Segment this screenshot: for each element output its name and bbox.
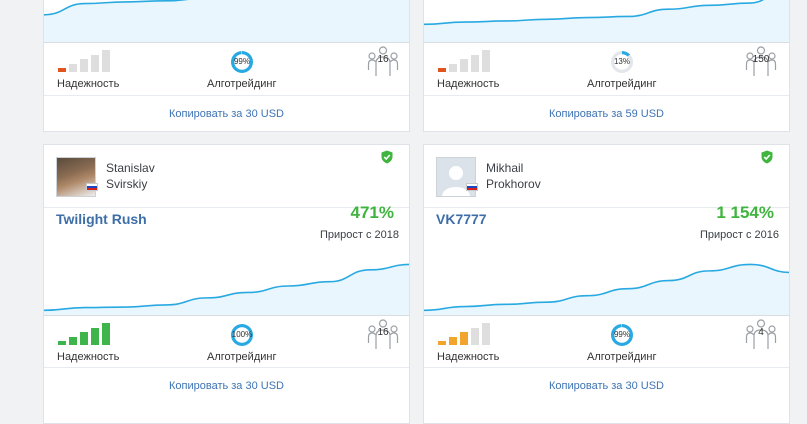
reliability-bar [58,68,66,72]
algotrading-indicator: 100% [231,324,253,346]
signal-card: Надежность 99% Алготрейдинг 16 Копироват… [43,0,410,132]
growth-value: 1 154% [716,203,774,222]
reliability-bar [80,332,88,345]
reliability-bars [438,323,498,345]
copy-button[interactable]: Копировать за 59 USD [424,96,789,131]
author-first-name: Stanislav [106,161,155,175]
reliability-bar [102,50,110,72]
signal-name-link[interactable]: VK7777 [436,211,487,227]
reliability-bars [58,50,118,72]
reliability-bar [58,341,66,345]
algotrading-indicator: 99% [231,51,253,73]
subscribers-count: 150 [752,54,770,65]
signal-name-link[interactable]: Twilight Rush [56,211,147,227]
growth-since-year: 2016 [754,229,779,241]
growth-since-label: Прирост с 2016 [700,229,779,241]
author-first-name: Mikhail [486,161,524,175]
growth-chart [424,263,789,316]
algotrading-indicator: 13% [611,51,633,73]
reliability-bars [438,50,498,72]
signal-card: Stanislav Svirskiy Twilight Rush 471% Пр… [43,144,410,424]
algotrading-indicator: 99% [611,324,633,346]
subscribers-count: 4 [758,327,764,338]
author-name: Mikhail Prokhorov [486,160,541,192]
avatar [56,157,96,197]
author-last-name: Svirskiy [106,177,148,191]
reliability-bar [460,59,468,72]
copy-button[interactable]: Копировать за 30 USD [44,96,409,131]
verified-shield-icon [761,150,773,164]
reliability-bar [102,323,110,345]
reliability-bar [91,54,99,72]
reliability-bar [471,327,479,345]
growth-since-prefix: Прирост с [319,229,375,241]
reliability-label: Надежность [437,351,500,363]
chart-area [44,0,409,43]
algotrading-label: Алготрейдинг [587,78,657,90]
reliability-bar [449,63,457,72]
verified-shield-icon [381,150,393,164]
subscribers-icon: 150 [745,46,777,78]
growth-since-year: 2018 [374,229,399,241]
author-name: Stanislav Svirskiy [106,160,155,192]
reliability-bar [438,68,446,72]
growth-since-prefix: Прирост с [699,229,755,241]
reliability-bar [69,63,77,72]
growth-chart [44,0,409,43]
subscribers-icon: 16 [367,46,399,78]
reliability-bar [91,327,99,345]
reliability-bar [482,50,490,72]
reliability-bar [438,341,446,345]
reliability-label: Надежность [437,78,500,90]
reliability-bars [58,323,118,345]
reliability-bar [471,54,479,72]
russia-flag-icon [86,183,98,191]
subscribers-count: 16 [377,327,389,338]
growth-chart [424,0,789,43]
russia-flag-icon [466,183,478,191]
growth-since-label: Прирост с 2018 [320,229,399,241]
author-last-name: Prokhorov [486,177,541,191]
growth-chart [44,263,409,316]
algotrading-label: Алготрейдинг [207,351,277,363]
copy-button[interactable]: Копировать за 30 USD [44,368,409,405]
reliability-bar [482,323,490,345]
chart-area [424,264,789,316]
reliability-bar [460,332,468,345]
reliability-label: Надежность [57,78,120,90]
subscribers-icon: 16 [367,319,399,351]
algotrading-label: Алготрейдинг [207,78,277,90]
subscribers-count: 16 [377,54,389,65]
avatar-placeholder [436,157,476,197]
reliability-bar [449,336,457,345]
copy-button[interactable]: Копировать за 30 USD [424,368,789,405]
reliability-bar [80,59,88,72]
growth-value: 471% [350,203,394,222]
algotrading-label: Алготрейдинг [587,351,657,363]
reliability-label: Надежность [57,351,120,363]
signal-card: Надежность 13% Алготрейдинг 150 Копирова… [423,0,790,132]
subscribers-icon: 4 [745,319,777,351]
reliability-bar [69,336,77,345]
signal-card: Mikhail Prokhorov VK7777 1 154% Прирост … [423,144,790,424]
